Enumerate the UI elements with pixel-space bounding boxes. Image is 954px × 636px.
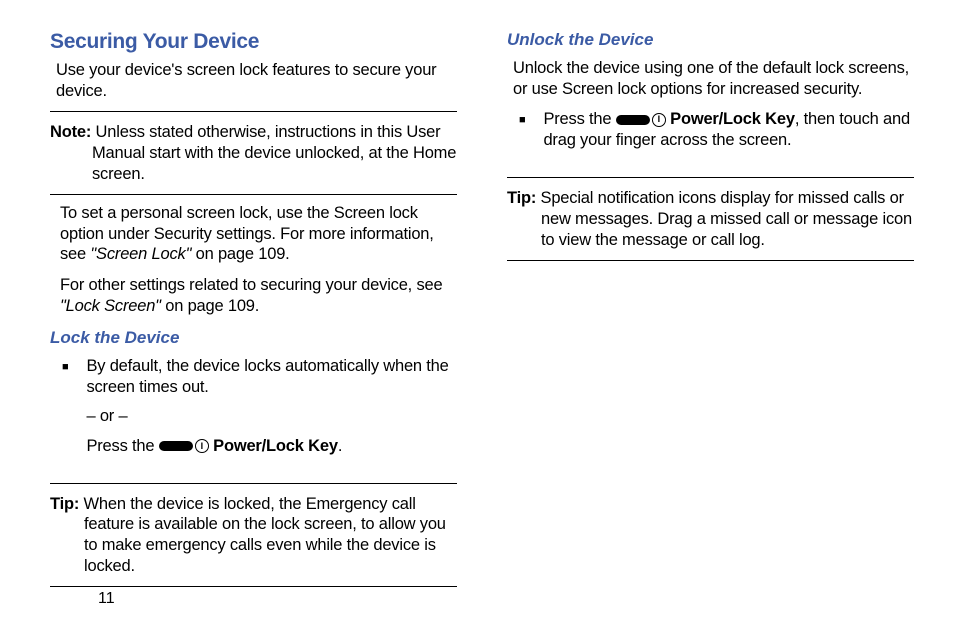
tip-body: Special notification icons display for m… [536,189,912,248]
divider [50,194,457,195]
tip-label: Tip: [50,495,79,513]
divider [50,483,457,484]
reference-lock-screen: "Lock Screen" [60,297,161,315]
text: . [338,437,342,455]
note-label: Note: [50,123,91,141]
bullet-text: By default, the device locks automatical… [86,356,457,398]
bullet-unlock: ■ Press the I Power/Lock Key, then touch… [519,109,914,159]
or-separator: – or – [86,406,457,427]
press-instruction: Press the I Power/Lock Key, then touch a… [543,109,914,151]
divider [507,260,914,261]
text: For other settings related to securing y… [60,276,442,294]
text: Press the [86,437,158,455]
pill-icon [616,115,650,125]
bullet-body: Press the I Power/Lock Key, then touch a… [543,109,914,159]
bullet-icon: ■ [62,356,68,464]
tip-block-unlock: Tip: Special notification icons display … [507,186,914,252]
key-label: Power/Lock Key [213,437,338,455]
power-lock-key-icon: I [616,113,666,127]
divider [50,586,457,587]
intro-text: Use your device's screen lock features t… [56,60,457,101]
page-number: 11 [98,590,115,608]
tip-label: Tip: [507,189,536,207]
text: on page 109. [161,297,259,315]
divider [507,177,914,178]
text: on page 109. [191,245,289,263]
left-column: Securing Your Device Use your device's s… [50,30,457,595]
press-instruction: Press the I Power/Lock Key. [86,436,457,457]
text: Press the [543,110,615,128]
tip-body: When the device is locked, the Emergency… [79,495,446,575]
bullet-lock: ■ By default, the device locks automatic… [62,356,457,464]
page-layout: Securing Your Device Use your device's s… [0,0,954,595]
divider [50,111,457,112]
heading-lock-device: Lock the Device [50,328,457,348]
bullet-body: By default, the device locks automatical… [86,356,457,464]
right-column: Unlock the Device Unlock the device usin… [507,30,914,595]
circle-icon: I [195,439,209,453]
note-body: Unless stated otherwise, instructions in… [91,123,456,182]
note-block: Note: Unless stated otherwise, instructi… [50,120,457,186]
tip-block-lock: Tip: When the device is locked, the Emer… [50,492,457,579]
heading-securing: Securing Your Device [50,30,457,54]
bullet-icon: ■ [519,109,525,159]
heading-unlock-device: Unlock the Device [507,30,914,50]
unlock-intro: Unlock the device using one of the defau… [513,58,914,99]
power-lock-key-icon: I [159,439,209,453]
key-label: Power/Lock Key [670,110,795,128]
circle-icon: I [652,113,666,127]
reference-screen-lock: "Screen Lock" [90,245,191,263]
pill-icon [159,441,193,451]
lock-screen-para: For other settings related to securing y… [60,275,457,316]
screen-lock-para: To set a personal screen lock, use the S… [60,203,457,265]
